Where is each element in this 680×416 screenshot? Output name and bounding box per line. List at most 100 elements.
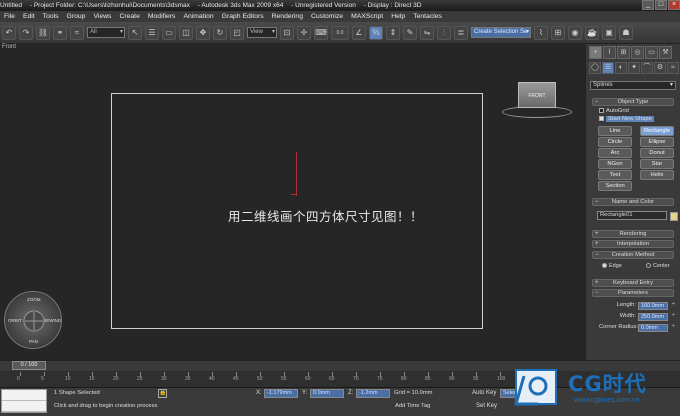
space-warps-icon[interactable]: ⚙ [654, 62, 666, 74]
viewport-label[interactable]: Front [2, 44, 16, 50]
menu-graph-editors[interactable]: Graph Editors [218, 13, 268, 20]
spinner-snap-icon[interactable]: ⇕ [386, 25, 400, 40]
selection-filter-dropdown[interactable]: All [87, 27, 125, 38]
circle-button[interactable]: Circle [598, 137, 632, 147]
cameras-icon[interactable]: ✦ [628, 62, 640, 74]
object-color-swatch[interactable] [670, 212, 678, 221]
set-key-button[interactable]: Set Key [476, 403, 497, 409]
unlink-icon[interactable]: ⚭ [53, 25, 67, 40]
create-tab-icon[interactable]: + [589, 46, 602, 59]
viewcube[interactable]: FRONT [518, 82, 556, 108]
scale-icon[interactable]: ◰ [230, 25, 244, 40]
select-object-icon[interactable]: ↖ [128, 25, 142, 40]
named-selection-dropdown[interactable]: Create Selection Se [471, 27, 531, 38]
z-coordinate[interactable]: -1.2mm [356, 389, 390, 398]
rectangle-button[interactable]: Rectangle [640, 126, 674, 136]
line-button[interactable]: Line [598, 126, 632, 136]
name-color-rollout[interactable]: − Name and Color [592, 198, 674, 206]
width-spinner[interactable]: 250.0mm [638, 313, 675, 321]
keyboard-shortcut-icon[interactable]: ⌨ [314, 25, 328, 40]
undo-icon[interactable]: ↶ [2, 25, 16, 40]
motion-tab-icon[interactable]: ◎ [631, 46, 644, 59]
helpers-icon[interactable]: ⌒ [641, 62, 653, 74]
ngon-button[interactable]: NGon [598, 159, 632, 169]
edge-radio[interactable]: Edge [602, 263, 622, 269]
creation-method-rollout[interactable]: − Creation Method [592, 251, 674, 259]
schematic-view-icon[interactable]: ⊞ [551, 25, 565, 40]
steering-orbit[interactable]: ORBIT [8, 318, 22, 323]
display-tab-icon[interactable]: ▭ [645, 46, 658, 59]
curve-editor-icon[interactable]: ⌇ [534, 25, 548, 40]
minimize-button[interactable]: _ [642, 0, 654, 10]
text-button[interactable]: Text [598, 170, 632, 180]
geometry-icon[interactable]: ◯ [589, 62, 601, 74]
bind-space-warp-icon[interactable]: ≈ [70, 25, 84, 40]
menu-modifiers[interactable]: Modifiers [144, 13, 180, 20]
maximize-button[interactable]: □ [655, 0, 667, 10]
menu-tools[interactable]: Tools [39, 13, 63, 20]
steering-pan[interactable]: PAN [29, 339, 38, 344]
close-button[interactable]: × [668, 0, 680, 10]
lights-icon[interactable]: ◐ [615, 62, 627, 74]
steering-zoom[interactable]: ZOOM [27, 297, 41, 302]
menu-file[interactable]: File [0, 13, 19, 20]
snap-toggle-icon[interactable]: 0.0 [331, 25, 349, 40]
select-link-icon[interactable]: ⛓ [36, 25, 50, 40]
ellipse-button[interactable]: Ellipse [640, 137, 674, 147]
section-button[interactable]: Section [598, 181, 632, 191]
rect-selection-icon[interactable]: ▭ [162, 25, 176, 40]
quick-render-icon[interactable]: ☗ [619, 25, 633, 40]
menu-animation[interactable]: Animation [179, 13, 217, 20]
lock-selection-icon[interactable]: 🔒 [158, 389, 167, 398]
category-dropdown[interactable]: Splines [590, 81, 676, 90]
donut-button[interactable]: Donut [640, 148, 674, 158]
pivot-icon[interactable]: ⊡ [280, 25, 294, 40]
move-icon[interactable]: ✥ [196, 25, 210, 40]
rotate-icon[interactable]: ↻ [213, 25, 227, 40]
menu-tentacles[interactable]: Tentacles [409, 13, 446, 20]
helix-button[interactable]: Helix [640, 170, 674, 180]
render-setup-icon[interactable]: ☕ [585, 25, 599, 40]
mirror-icon[interactable]: ⇋ [420, 25, 434, 40]
menu-create[interactable]: Create [115, 13, 143, 20]
menu-group[interactable]: Group [63, 13, 90, 20]
menu-help[interactable]: Help [387, 13, 409, 20]
ref-coord-dropdown[interactable]: View [247, 27, 277, 38]
length-spinner[interactable]: 160.0mm [638, 302, 675, 310]
object-name-field[interactable]: Rectangle01 [597, 211, 667, 220]
modify-tab-icon[interactable]: ⌇ [603, 46, 616, 59]
star-button[interactable]: Star [640, 159, 674, 169]
rendered-frame-icon[interactable]: ▣ [602, 25, 616, 40]
material-editor-icon[interactable]: ◉ [568, 25, 582, 40]
interpolation-rollout[interactable]: + Interpolation [592, 240, 674, 248]
layer-manager-icon[interactable]: ≣ [454, 25, 468, 40]
time-slider[interactable]: 0 / 100 [12, 361, 46, 370]
maxscript-listener[interactable] [1, 389, 47, 413]
manipulate-icon[interactable]: ✢ [297, 25, 311, 40]
angle-snap-icon[interactable]: ∠ [352, 25, 366, 40]
arc-button[interactable]: Arc [598, 148, 632, 158]
center-radio[interactable]: Center [646, 263, 670, 269]
menu-edit[interactable]: Edit [19, 13, 39, 20]
menu-views[interactable]: Views [89, 13, 115, 20]
systems-icon[interactable]: ≈ [667, 62, 679, 74]
utilities-tab-icon[interactable]: ⚒ [659, 46, 672, 59]
menu-maxscript[interactable]: MAXScript [347, 13, 387, 20]
hierarchy-tab-icon[interactable]: ⊞ [617, 46, 630, 59]
parameters-rollout[interactable]: − Parameters [592, 289, 674, 297]
menu-customize[interactable]: Customize [307, 13, 347, 20]
redo-icon[interactable]: ↷ [19, 25, 33, 40]
y-coordinate[interactable]: 0.0mm [310, 389, 344, 398]
steering-wheel[interactable]: ZOOM PAN ORBIT REWIND [4, 291, 62, 349]
x-coordinate[interactable]: -1.179mm [264, 389, 298, 398]
rendering-rollout[interactable]: + Rendering [592, 230, 674, 238]
shapes-icon[interactable]: ☰ [602, 62, 614, 74]
corner-radius-spinner[interactable]: 0.0mm [638, 324, 675, 332]
percent-snap-icon[interactable]: % [369, 25, 383, 40]
select-by-name-icon[interactable]: ☰ [145, 25, 159, 40]
add-time-tag[interactable]: Add Time Tag [395, 403, 430, 409]
object-type-rollout[interactable]: − Object Type [592, 98, 674, 106]
menu-rendering[interactable]: Rendering [268, 13, 307, 20]
edit-named-sel-icon[interactable]: ✎ [403, 25, 417, 40]
start-new-shape-checkbox[interactable]: Start New Shape [599, 116, 654, 123]
